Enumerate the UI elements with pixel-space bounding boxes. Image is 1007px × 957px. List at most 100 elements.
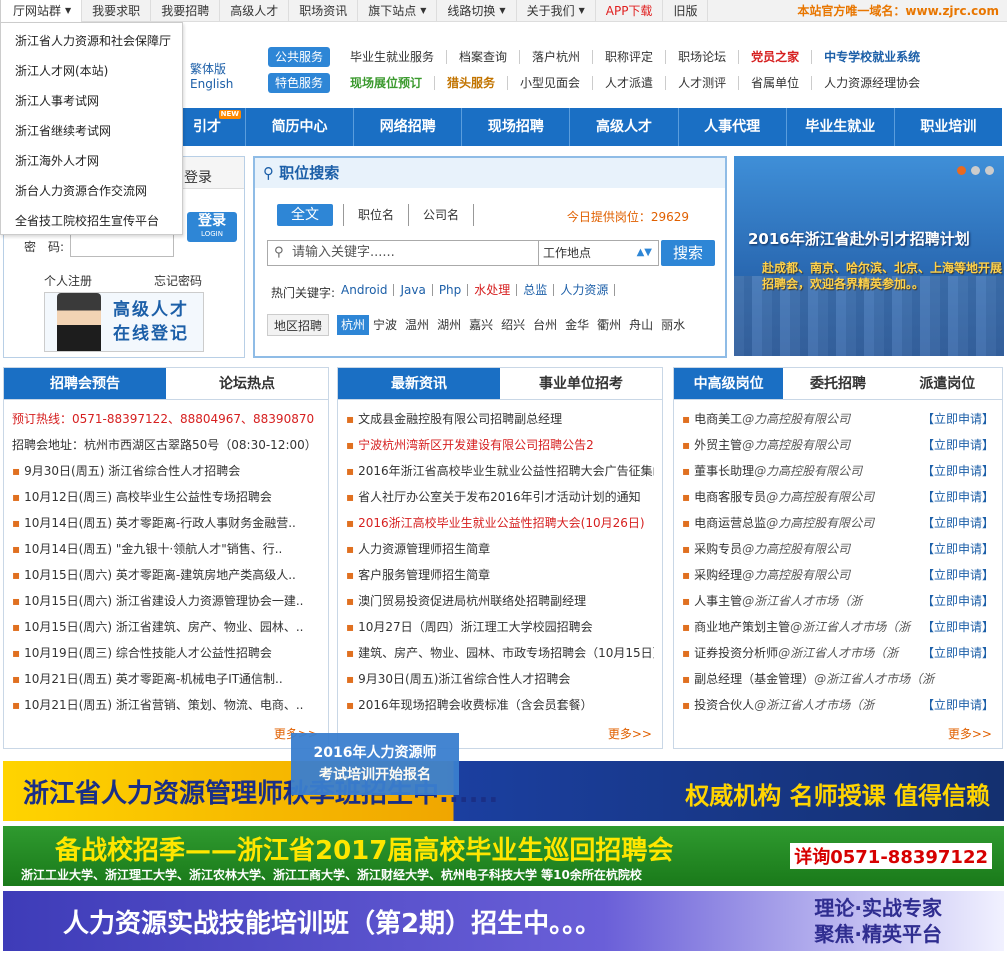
more-link[interactable]: 更多>> [608,725,652,742]
job-row[interactable]: ▪ 外贸主管@力高控股有限公司 【立即申请】 [682,432,994,458]
tab-senior-jobs[interactable]: 中高级岗位 [674,368,784,399]
job-title[interactable]: 外贸主管 [694,438,742,452]
topbar-item-senior-talent[interactable]: 高级人才 [220,0,290,22]
nav-item-resume[interactable]: 简历中心 [245,108,353,146]
list-item[interactable]: ▪ 省人社厅办公室关于发布2016年引才活动计划的通知 [346,484,654,510]
apply-link[interactable]: 【立即申请】 [922,510,994,536]
service-link[interactable]: 现场展位预订 [338,76,436,90]
list-item[interactable]: ▪ 10月27日（周四）浙江理工大学校园招聘会 [346,614,654,640]
service-link[interactable]: 小型见面会 [508,76,594,90]
tab-entrusted-recruit[interactable]: 委托招聘 [783,368,892,399]
nav-item-training[interactable]: 职业培训 [893,108,1002,146]
list-item[interactable]: ▪ 宁波杭州湾新区开发建设有限公司招聘公告2 [346,432,654,458]
topbar-item-news[interactable]: 职场资讯 [289,0,359,22]
job-title[interactable]: 采购专员 [694,542,742,556]
apply-link[interactable]: 【立即申请】 [922,458,994,484]
job-title[interactable]: 电商客服专员 [694,490,766,504]
topbar-item-old-version[interactable]: 旧版 [663,0,709,22]
service-link[interactable]: 党员之家 [739,50,813,64]
list-item[interactable]: ▪ 10月14日(周五) 英才零距离-行政人事财务金融营.. [12,510,320,536]
area-link[interactable]: 杭州 [337,315,370,335]
list-item[interactable]: ▪ 10月19日(周三) 综合性技能人才公益性招聘会 [12,640,320,666]
list-item[interactable]: ▪ 10月15日(周六) 英才零距离-建筑房地产类高级人.. [12,562,320,588]
hot-keyword-link[interactable]: 人力资源 [554,284,616,296]
list-item[interactable]: ▪ 客户服务管理师招生简章 [346,562,654,588]
apply-link[interactable]: 【立即申请】 [922,536,994,562]
dropdown-item[interactable]: 浙江海外人才网 [1,143,182,173]
service-link[interactable]: 职场论坛 [666,50,740,64]
list-item[interactable]: ▪ 人力资源管理师招生简章 [346,536,654,562]
area-link[interactable]: 湖州 [433,315,465,335]
nav-item-talent[interactable]: 引才 NEW [183,108,245,146]
location-select[interactable]: 工作地点 ▲▼ [539,240,659,266]
topbar-item-recruit[interactable]: 我要招聘 [151,0,221,22]
list-item[interactable]: ▪ 2016浙江高校毕业生就业公益性招聘大会(10月26日) [346,510,654,536]
carousel-dot[interactable] [985,166,994,175]
area-link[interactable]: 宁波 [369,315,401,335]
service-link[interactable]: 省属单位 [739,76,813,90]
topbar-item-site-group[interactable]: 厅网站群 ▼ [0,0,83,22]
area-link[interactable]: 衢州 [593,315,625,335]
traditional-chinese-link[interactable]: 繁体版 [190,62,233,77]
job-row[interactable]: ▪副总经理（基金管理）@浙江省人才市场（浙【立即申请】 [682,666,994,692]
topbar-item-about[interactable]: 关于我们 ▼ [517,0,596,22]
job-row[interactable]: ▪ 电商客服专员@力高控股有限公司 【立即申请】 [682,484,994,510]
list-item[interactable]: ▪ 澳门贸易投资促进局杭州联络处招聘副经理 [346,588,654,614]
job-title[interactable]: 董事长助理 [694,464,754,478]
carousel-dot[interactable] [971,166,980,175]
topbar-item-line-switch[interactable]: 线路切换 ▼ [437,0,517,22]
job-title[interactable]: 电商美工 [694,412,742,426]
tab-fulltext[interactable]: 全文 [277,204,333,226]
dropdown-item[interactable]: 浙江人事考试网 [1,83,182,113]
list-item[interactable]: ▪ 2016年现场招聘会收费标准（含会员套餐） [346,692,654,718]
tab-dispatch-jobs[interactable]: 派遣岗位 [893,368,1002,399]
job-title[interactable]: 证券投资分析师 [694,646,778,660]
tab-company[interactable]: 公司名 [408,204,473,226]
service-link[interactable]: 猎头服务 [435,76,509,90]
list-item[interactable]: ▪ 10月15日(周六) 浙江省建筑、房产、物业、园林、.. [12,614,320,640]
job-title[interactable]: 人事主管 [694,594,742,608]
area-link[interactable]: 绍兴 [497,315,529,335]
tab-latest-news[interactable]: 最新资讯 [338,368,500,399]
hot-keyword-link[interactable]: 水处理 [468,284,518,296]
search-button[interactable]: 搜索 [661,240,715,266]
job-row[interactable]: ▪ 董事长助理@力高控股有限公司 【立即申请】 [682,458,994,484]
list-item[interactable]: ▪ 10月14日(周五) "金九银十·领航人才"销售、行.. [12,536,320,562]
nav-item-hr-agency[interactable]: 人事代理 [677,108,786,146]
hr-training-banner[interactable]: 人力资源实战技能培训班（第2期）招生中。。。 理论·实战专家 聚焦·精英平台 [3,891,1004,951]
job-row[interactable]: ▪ 电商运营总监@力高控股有限公司 【立即申请】 [682,510,994,536]
tab-forum-hot[interactable]: 论坛热点 [166,368,328,399]
list-item[interactable]: ▪ 10月12日(周三) 高校毕业生公益性专场招聘会 [12,484,320,510]
dropdown-item[interactable]: 浙江省继续考试网 [1,113,182,143]
keyword-input[interactable]: ⚲ 请输入关键字...... [267,240,539,266]
list-item[interactable]: ▪ 文成县金融控股有限公司招聘副总经理 [346,406,654,432]
area-link[interactable]: 温州 [401,315,433,335]
hot-keyword-link[interactable]: Php [433,284,469,296]
login-button[interactable]: 登录 LOGIN [187,212,237,242]
hr-exam-floating-ad[interactable]: 2016年人力资源师 考试培训开始报名 [291,733,459,795]
list-item[interactable]: ▪ 2016年浙江省高校毕业生就业公益性招聘大会广告征集函 [346,458,654,484]
dropdown-item[interactable]: 浙江人才网(本站) [1,53,182,83]
hot-keyword-link[interactable]: Java [394,284,433,296]
list-item[interactable]: ▪ 建筑、房产、物业、园林、市政专场招聘会（10月15日） [346,640,654,666]
dropdown-item[interactable]: 浙台人力资源合作交流网 [1,173,182,203]
list-item[interactable]: ▪ 10月15日(周六) 浙江省建设人力资源管理协会一建.. [12,588,320,614]
job-row[interactable]: ▪ 投资合伙人@浙江省人才市场（浙 【立即申请】 [682,692,994,718]
hot-keyword-link[interactable]: 总监 [517,284,555,296]
list-item[interactable]: ▪ 9月30日(周五)浙江省综合性人才招聘会 [346,666,654,692]
service-link[interactable]: 职称评定 [593,50,667,64]
job-title[interactable]: 投资合伙人 [694,698,754,712]
apply-link[interactable]: 【立即申请】 [922,484,994,510]
job-row[interactable]: ▪ 商业地产策划主管@浙江省人才市场（浙 【立即申请】 [682,614,994,640]
hr-manager-class-banner[interactable]: 浙江省人力资源管理师秋季班招生中...... 权威机构 名师授课 值得信赖 [3,761,1004,821]
service-link[interactable]: 档案查询 [447,50,521,64]
campus-recruit-banner[interactable]: 备战校招季——浙江省2017届高校毕业生巡回招聘会 浙江工业大学、浙江理工大学、… [3,826,1004,886]
more-link[interactable]: 更多>> [948,725,992,742]
dropdown-item[interactable]: 全省技工院校招生宣传平台 [1,203,182,233]
list-item[interactable]: ▪ 10月21日(周五) 浙江省营销、策划、物流、电商、.. [12,692,320,718]
tab-public-institution[interactable]: 事业单位招考 [500,368,662,399]
job-title[interactable]: 商业地产策划主管 [694,620,790,634]
topbar-item-sub-sites[interactable]: 旗下站点 ▼ [358,0,438,22]
senior-talent-register-ad[interactable]: 高级人才 在线登记 [44,292,204,352]
apply-link[interactable]: 【立即申请】 [922,406,994,432]
